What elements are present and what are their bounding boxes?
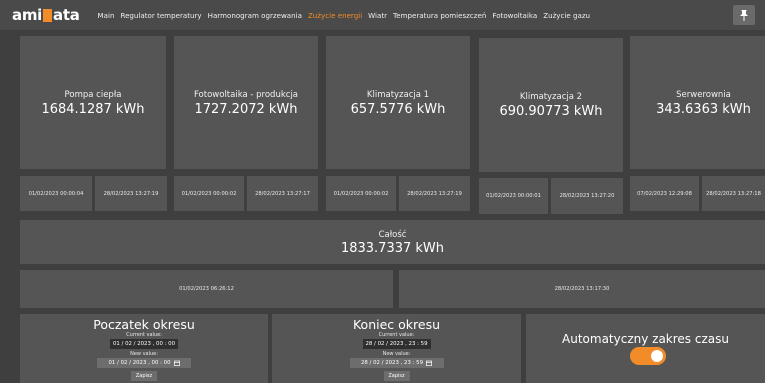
calendar-icon[interactable] bbox=[173, 360, 180, 366]
auto-range-label: Automatyczny zakres czasu bbox=[562, 332, 729, 346]
main-menu: Main Regulator temperatury Harmonogram o… bbox=[98, 11, 597, 20]
total-value: 1833.7337 kWh bbox=[340, 241, 445, 256]
period-end-datetime-input[interactable]: 28 / 02 / 2023 , 23 : 59 bbox=[349, 358, 444, 368]
period-end-title: Koniec okresu bbox=[352, 317, 441, 332]
period-end-input-value: 28 / 02 / 2023 , 23 : 59 bbox=[360, 360, 424, 366]
brand-logo[interactable]: ami ata bbox=[12, 6, 80, 24]
nav-item-gas-usage[interactable]: Zużycie gazu bbox=[543, 11, 590, 20]
nav-item-wind[interactable]: Wiatr bbox=[368, 11, 387, 20]
nav-item-main[interactable]: Main bbox=[98, 11, 115, 20]
card-value: 1727.2072 kWh bbox=[194, 102, 298, 117]
logo-text-end: ata bbox=[53, 6, 80, 24]
card-start-date: 07/02/2023 12:29:08 bbox=[630, 176, 699, 211]
card-value: 690.90773 kWh bbox=[499, 104, 603, 119]
card-end-date: 28/02/2023 13:27:19 bbox=[399, 176, 470, 211]
card-title: Serwerownia bbox=[676, 90, 731, 100]
nav-item-temperature-regulator[interactable]: Regulator temperatury bbox=[120, 11, 201, 20]
period-start-title: Poczatek okresu bbox=[93, 317, 195, 332]
period-start-input-value: 01 / 02 / 2023 , 00 : 00 bbox=[108, 360, 171, 366]
card-value: 1684.1287 kWh bbox=[41, 102, 145, 117]
energy-total-card: Całość 1833.7337 kWh bbox=[20, 220, 765, 264]
toggle-knob bbox=[651, 350, 663, 362]
pin-button[interactable] bbox=[733, 5, 755, 25]
card-start-date: 01/02/2023 00:00:04 bbox=[20, 176, 92, 211]
auto-range-panel: Automatyczny zakres czasu bbox=[526, 314, 765, 383]
period-end-save-button[interactable]: Zapisz bbox=[383, 371, 410, 381]
card-end-date: 28/02/2023 13:27:17 bbox=[247, 176, 318, 211]
card-end-date: 28/02/2023 13:27:19 bbox=[95, 176, 167, 211]
card-start-date: 01/02/2023 00:00:02 bbox=[174, 176, 244, 211]
logo-mark-icon bbox=[43, 8, 52, 22]
card-title: Klimatyzacja 2 bbox=[519, 92, 583, 102]
period-start-panel: Poczatek okresu Current value: 01 / 02 /… bbox=[20, 314, 268, 383]
energy-card-photovoltaics-production: Fotowoltaika - produkcja 1727.2072 kWh bbox=[174, 36, 318, 169]
nav-item-photovoltaics[interactable]: Fotowoltaika bbox=[492, 11, 537, 20]
card-start-date: 01/02/2023 00:00:02 bbox=[326, 176, 396, 211]
current-value-display: 01 / 02 / 2023 , 00 : 00 bbox=[110, 339, 178, 349]
nav-item-heating-schedule[interactable]: Harmonogram ogrzewania bbox=[208, 11, 302, 20]
card-value: 657.5776 kWh bbox=[350, 102, 446, 117]
energy-card-air-conditioning-1: Klimatyzacja 1 657.5776 kWh bbox=[326, 36, 470, 169]
calendar-icon[interactable] bbox=[426, 360, 432, 366]
card-end-date: 28/02/2023 13:27:20 bbox=[551, 178, 623, 214]
top-navigation-bar: ami ata Main Regulator temperatury Harmon… bbox=[0, 0, 765, 30]
auto-range-toggle[interactable] bbox=[630, 347, 666, 365]
current-value-label: Current value: bbox=[378, 332, 415, 338]
energy-card-server-room: Serwerownia 343.6363 kWh bbox=[630, 36, 765, 169]
period-end-panel: Koniec okresu Current value: 28 / 02 / 2… bbox=[272, 314, 521, 383]
period-start-save-button[interactable]: Zapisz bbox=[131, 371, 157, 381]
pin-icon bbox=[740, 10, 748, 21]
nav-item-room-temperature[interactable]: Temperatura pomieszczeń bbox=[393, 11, 486, 20]
nav-item-energy-usage[interactable]: Zużycie energii bbox=[308, 11, 362, 20]
current-value-label: Current value: bbox=[126, 332, 162, 338]
new-value-label: New value: bbox=[130, 351, 158, 357]
total-title: Całość bbox=[378, 230, 407, 240]
energy-card-heat-pump: Pompa ciepła 1684.1287 kWh bbox=[20, 36, 166, 169]
card-title: Klimatyzacja 1 bbox=[366, 90, 430, 100]
card-title: Pompa ciepła bbox=[64, 90, 122, 100]
card-end-date: 28/02/2023 13:27:18 bbox=[702, 176, 765, 211]
card-value: 343.6363 kWh bbox=[656, 102, 751, 117]
energy-card-air-conditioning-2: Klimatyzacja 2 690.90773 kWh bbox=[479, 38, 623, 172]
period-start-datetime-input[interactable]: 01 / 02 / 2023 , 00 : 00 bbox=[97, 358, 191, 368]
current-value-display: 28 / 02 / 2023 , 23 : 59 bbox=[362, 339, 431, 349]
total-end-date: 28/02/2023 13:17:30 bbox=[399, 270, 765, 308]
card-start-date: 01/02/2023 00:00:01 bbox=[479, 178, 548, 214]
total-start-date: 01/02/2023 06:26:12 bbox=[20, 270, 393, 308]
new-value-label: New value: bbox=[382, 351, 411, 357]
card-title: Fotowoltaika - produkcja bbox=[193, 90, 299, 100]
logo-text-start: ami bbox=[12, 6, 42, 24]
